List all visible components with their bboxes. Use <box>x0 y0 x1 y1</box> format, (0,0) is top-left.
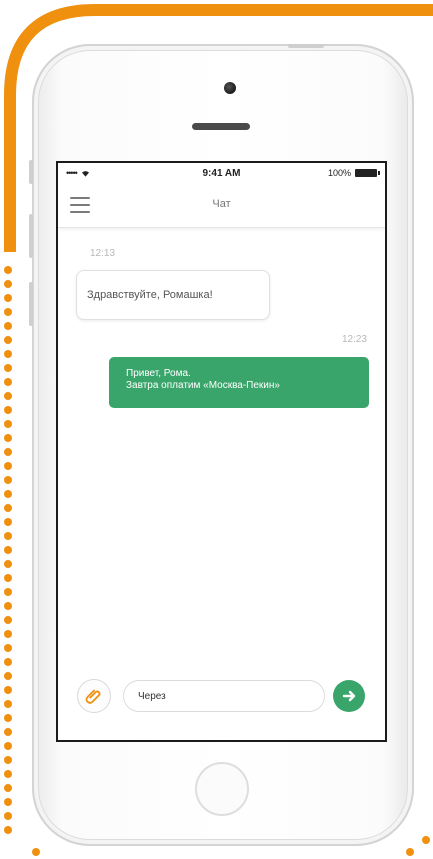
decorative-dot <box>4 714 12 722</box>
outgoing-message-time: 12:23 <box>341 334 367 345</box>
status-bar: ••••• 9:41 AM 100% <box>58 163 385 185</box>
decorative-dot <box>4 518 12 526</box>
decorative-dot <box>4 826 12 834</box>
decorative-dot <box>4 420 12 428</box>
outgoing-message-bubble: Привет, Рома. Завтра оплатим «Москва-Пек… <box>109 357 369 408</box>
decorative-dot <box>4 294 12 302</box>
page-title: Чат <box>212 198 231 210</box>
battery-percent: 100% <box>327 168 351 178</box>
decorative-dot <box>4 448 12 456</box>
decorative-dot <box>4 686 12 694</box>
decorative-dot <box>4 784 12 792</box>
decorative-dot <box>4 350 12 358</box>
outgoing-message-line: Завтра оплатим «Москва-Пекин» <box>126 380 280 391</box>
chat-message-list[interactable]: 12:13 Здравствуйте, Ромашка! 12:23 Приве… <box>58 228 385 668</box>
decorative-dot <box>4 602 12 610</box>
screenshot-stage: ••••• 9:41 AM 100% Чат 12:13 Здравствуйт… <box>0 0 433 859</box>
navigation-bar: Чат <box>58 185 385 228</box>
incoming-message-bubble: Здравствуйте, Ромашка! <box>76 270 270 320</box>
attach-button[interactable] <box>77 679 111 713</box>
decorative-dot <box>4 504 12 512</box>
front-camera <box>224 82 236 94</box>
decorative-dot <box>32 848 40 856</box>
outgoing-message-line: Привет, Рома. <box>126 368 191 379</box>
earpiece-speaker <box>192 123 250 130</box>
decorative-dot <box>4 336 12 344</box>
phone-screen: ••••• 9:41 AM 100% Чат 12:13 Здравствуйт… <box>56 161 387 742</box>
decorative-dot <box>4 658 12 666</box>
decorative-dot <box>4 630 12 638</box>
home-button[interactable] <box>195 762 249 816</box>
decorative-dot <box>4 490 12 498</box>
decorative-dot <box>4 378 12 386</box>
volume-up-button <box>29 214 33 258</box>
decorative-dot <box>4 644 12 652</box>
incoming-message-text: Здравствуйте, Ромашка! <box>87 289 213 301</box>
decorative-dot <box>4 392 12 400</box>
decorative-dot <box>4 574 12 582</box>
decorative-dot <box>4 728 12 736</box>
battery-icon <box>355 169 380 177</box>
decorative-dot <box>4 434 12 442</box>
decorative-dot <box>4 322 12 330</box>
status-right: 100% <box>327 168 380 178</box>
decorative-dot <box>4 308 12 316</box>
incoming-message-time: 12:13 <box>90 248 116 259</box>
decorative-dot <box>4 588 12 596</box>
decorative-dot <box>406 848 414 856</box>
decorative-dot <box>4 756 12 764</box>
decorative-dot <box>4 280 12 288</box>
decorative-dot <box>4 700 12 708</box>
decorative-dot <box>4 364 12 372</box>
decorative-dot <box>4 812 12 820</box>
send-arrow-icon <box>342 690 356 702</box>
message-input[interactable] <box>123 680 325 712</box>
send-button[interactable] <box>333 680 365 712</box>
decorative-dot <box>4 798 12 806</box>
decorative-dot <box>4 560 12 568</box>
decorative-dot <box>4 462 12 470</box>
decorative-dot <box>4 770 12 778</box>
decorative-dot <box>4 672 12 680</box>
power-button <box>288 44 324 48</box>
decorative-dot <box>4 616 12 624</box>
decorative-dot <box>4 546 12 554</box>
decorative-dot <box>4 406 12 414</box>
message-composer <box>58 669 385 727</box>
decorative-dot <box>4 476 12 484</box>
decorative-dot <box>4 532 12 540</box>
volume-down-button <box>29 282 33 326</box>
decorative-dot <box>4 266 12 274</box>
mute-switch <box>29 160 33 184</box>
decorative-dot <box>422 836 430 844</box>
paperclip-icon <box>85 689 101 704</box>
decorative-dot <box>4 742 12 750</box>
